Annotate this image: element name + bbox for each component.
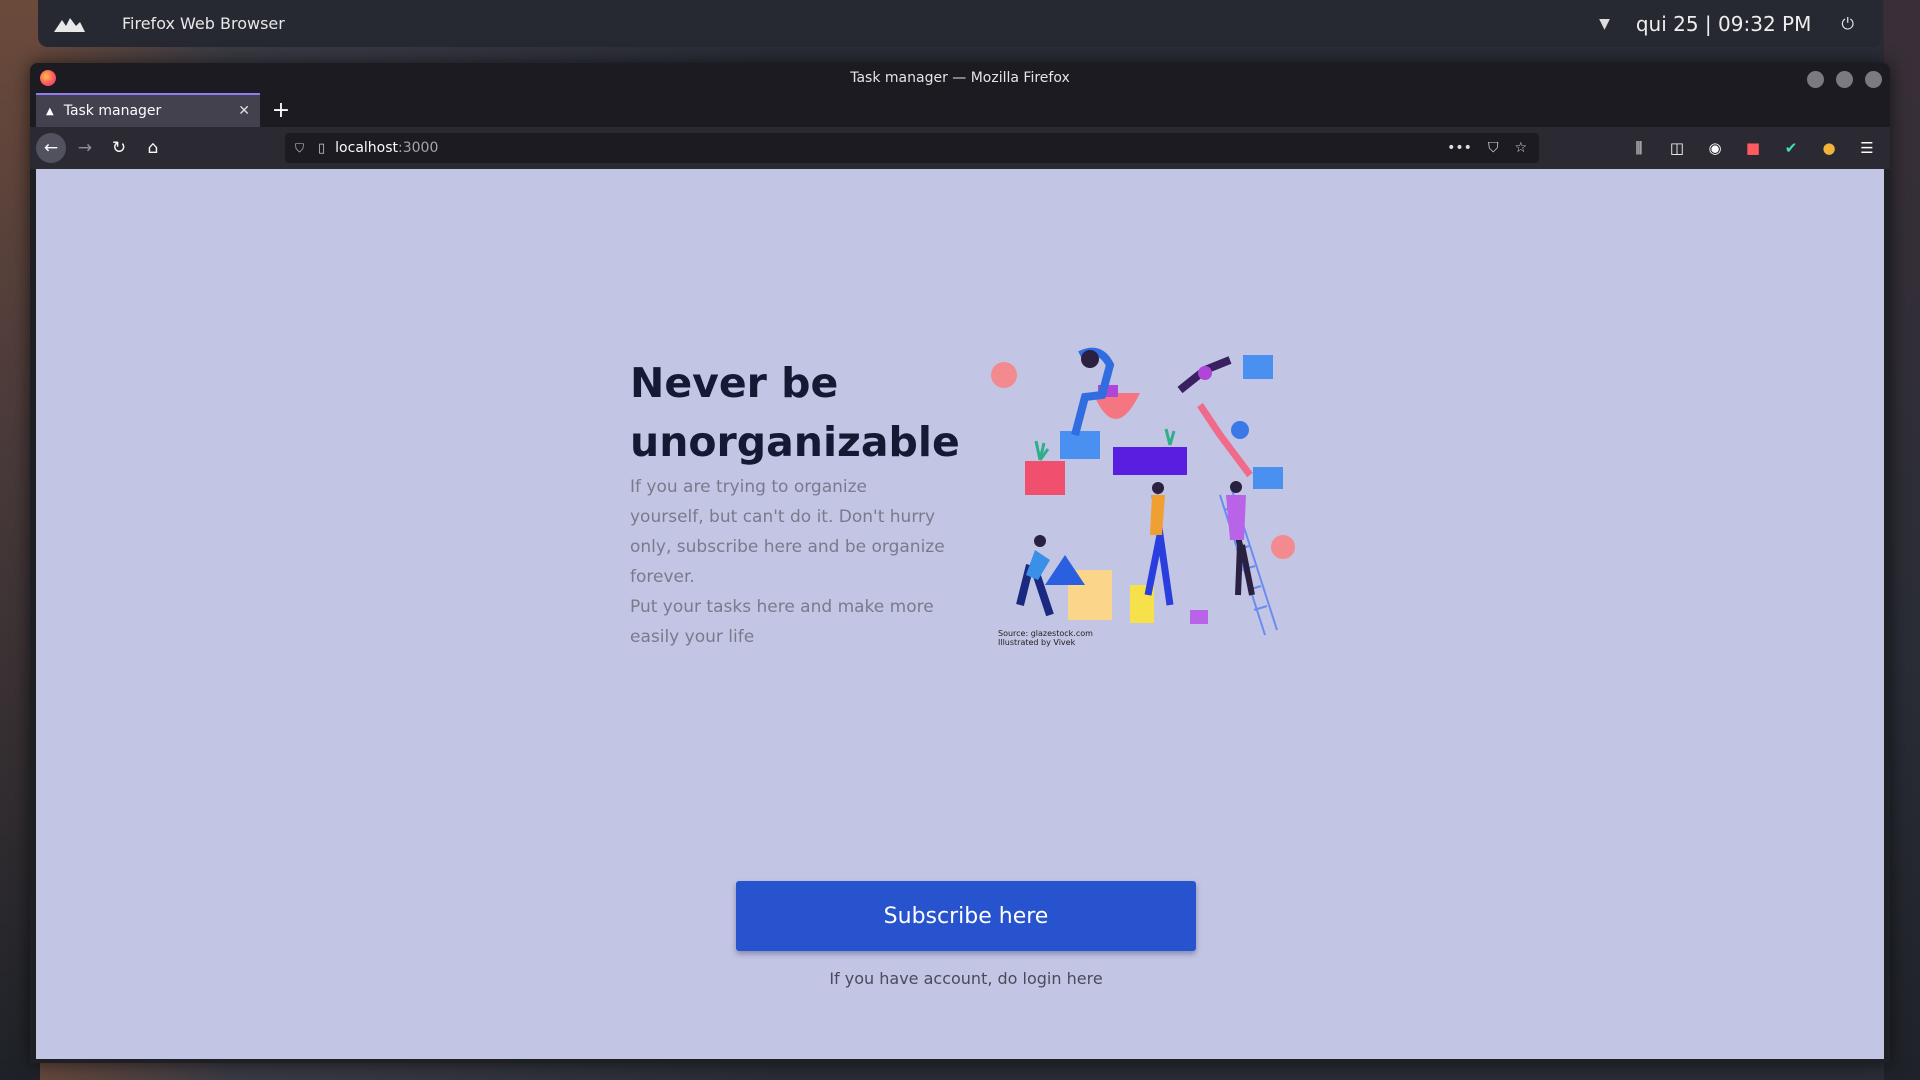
more-icon[interactable]: ••• <box>1447 140 1472 156</box>
sidebar-icon[interactable]: ◫ <box>1664 133 1690 163</box>
home-button[interactable]: ⌂ <box>138 133 168 163</box>
description-line-6: easily your life <box>630 627 755 647</box>
page-title-line-1: Never be <box>630 359 839 407</box>
library-icon[interactable]: ⫼ <box>1626 133 1652 163</box>
url-actions: ••• ⛉ ☆ <box>1447 140 1527 156</box>
description-line-1: If you are trying to organize <box>630 477 867 497</box>
reload-button[interactable]: ↻ <box>104 133 134 163</box>
subscribe-button[interactable]: Subscribe here <box>736 881 1196 951</box>
desktop-top-panel: Firefox Web Browser ▼ qui 25 | 09:32 PM … <box>38 0 1882 47</box>
tab-label: Task manager <box>63 103 162 119</box>
tracking-shield-icon[interactable]: ⛉ <box>295 141 304 156</box>
window-title: Task manager — Mozilla Firefox <box>850 70 1070 86</box>
distro-logo-icon[interactable] <box>52 14 86 34</box>
page-description: If you are trying to organize yourself, … <box>630 472 950 652</box>
description-line-5: Put your tasks here and make more <box>630 597 934 617</box>
extension-check-icon[interactable]: ✔ <box>1778 133 1804 163</box>
login-link[interactable]: If you have account, do login here <box>736 969 1196 988</box>
back-button[interactable]: ← <box>36 133 66 163</box>
hero-text: Never be unorganizable If you are trying… <box>630 354 960 652</box>
extension-red-icon[interactable]: ■ <box>1740 133 1766 163</box>
tray-dropdown-icon[interactable]: ▼ <box>1599 16 1610 32</box>
page-info-icon[interactable]: ▯ <box>318 141 325 156</box>
menu-icon[interactable]: ☰ <box>1854 133 1880 163</box>
credit-source: Source: glazestock.com <box>998 629 1093 638</box>
firefox-icon <box>40 70 56 86</box>
description-line-2: yourself, but can't do it. Don't hurry <box>630 507 936 527</box>
forward-button[interactable]: → <box>70 133 100 163</box>
page-title: Never be unorganizable <box>630 354 960 472</box>
tab-task-manager[interactable]: ▲ Task manager ✕ <box>36 93 260 127</box>
description-line-3: only, subscribe here and be organize <box>630 537 945 557</box>
tab-close-icon[interactable]: ✕ <box>238 103 250 119</box>
credit-illustrator: Illustrated by Vivek <box>998 638 1076 647</box>
page-title-line-2: unorganizable <box>630 418 960 466</box>
power-icon[interactable]: ⏻ <box>1841 14 1854 34</box>
panel-clock[interactable]: qui 25 | 09:32 PM <box>1636 12 1812 36</box>
url-bar[interactable]: ⛉ ▯ localhost :3000 ••• ⛉ ☆ <box>285 133 1539 163</box>
minimize-button[interactable] <box>1807 71 1824 88</box>
url-port[interactable]: :3000 <box>398 140 438 156</box>
active-app-name[interactable]: Firefox Web Browser <box>122 14 285 33</box>
window-titlebar[interactable]: Task manager — Mozilla Firefox <box>30 63 1890 93</box>
new-tab-button[interactable]: + <box>264 93 298 127</box>
hero-illustration <box>991 347 1295 636</box>
bookmark-star-icon[interactable]: ☆ <box>1514 140 1527 156</box>
toolbar-right: ⫼ ◫ ◉ ■ ✔ ● ☰ <box>1626 133 1880 163</box>
maximize-button[interactable] <box>1836 71 1853 88</box>
pocket-icon[interactable]: ⛉ <box>1488 140 1499 156</box>
extension-owl-icon[interactable]: ● <box>1816 133 1842 163</box>
window-controls <box>1807 71 1882 88</box>
description-line-4: forever. <box>630 567 695 587</box>
navigation-toolbar: ← → ↻ ⌂ ⛉ ▯ localhost :3000 ••• ⛉ ☆ ⫼ ◫ … <box>30 127 1890 169</box>
close-window-button[interactable] <box>1865 71 1882 88</box>
firefox-window: Task manager — Mozilla Firefox ▲ Task ma… <box>30 63 1890 1063</box>
page-content: Never be unorganizable If you are trying… <box>36 169 1884 1059</box>
illustration-credit: Source: glazestock.com Illustrated by Vi… <box>998 629 1093 647</box>
tab-strip: ▲ Task manager ✕ + <box>30 93 1890 127</box>
account-icon[interactable]: ◉ <box>1702 133 1728 163</box>
url-host[interactable]: localhost <box>335 140 398 156</box>
tab-favicon-icon: ▲ <box>46 105 54 117</box>
